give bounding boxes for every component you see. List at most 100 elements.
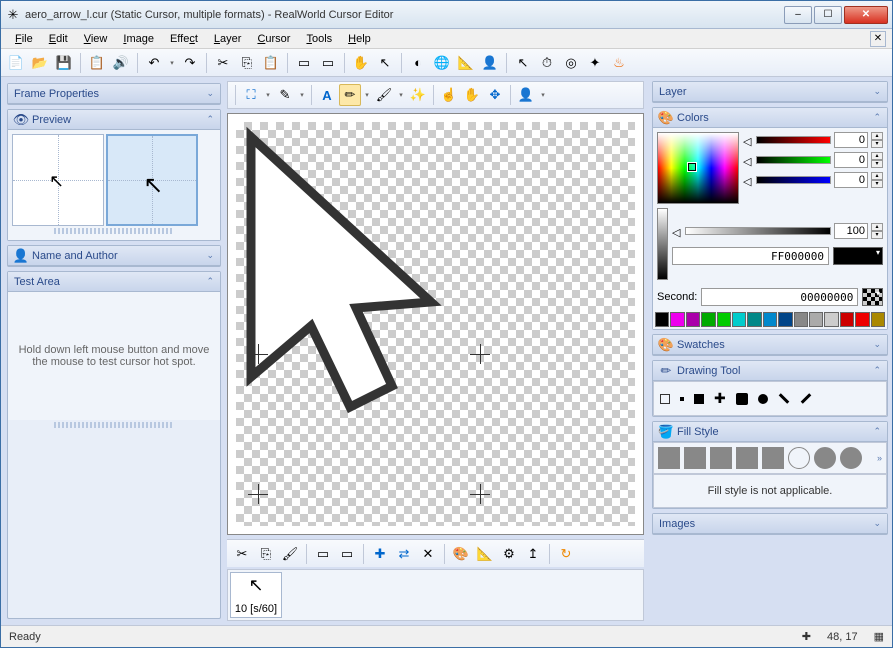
wand-icon[interactable]: ✨ [407, 84, 429, 106]
brush-2[interactable] [680, 397, 684, 401]
user-icon[interactable]: 👤 [479, 52, 501, 74]
menu-effect[interactable]: Effect [162, 31, 206, 47]
text-icon[interactable]: A [316, 84, 338, 106]
delete-icon[interactable]: ✕ [417, 543, 439, 565]
color-swatch-1[interactable] [833, 247, 883, 265]
flame-icon[interactable]: ♨ [608, 52, 630, 74]
brush-7[interactable] [778, 393, 789, 404]
draw-dropdown[interactable]: ▾ [362, 84, 372, 106]
fill-swatch[interactable] [840, 447, 862, 469]
minimize-button[interactable]: – [784, 6, 812, 24]
swatch-color[interactable] [778, 312, 792, 327]
red-spinner[interactable]: ▴▾ [871, 132, 883, 148]
tool-icon[interactable]: ⎘ [255, 543, 277, 565]
tool-icon[interactable]: ✂ [231, 543, 253, 565]
frame-thumb[interactable]: ↖ 10 [s/60] [230, 572, 282, 618]
chevron-right-icon[interactable]: » [877, 453, 882, 463]
circle-icon[interactable]: ◐ [407, 52, 429, 74]
layer-icon[interactable]: ▭ [293, 52, 315, 74]
brush-1[interactable] [660, 394, 670, 404]
swap-icon[interactable]: ⇄ [393, 543, 415, 565]
blue-slider[interactable] [756, 176, 831, 184]
copy-icon[interactable]: 📋 [86, 52, 108, 74]
fill-swatch[interactable] [710, 447, 732, 469]
colors-header[interactable]: 🎨 Colors⌃ [653, 108, 887, 128]
hex-input-1[interactable] [672, 247, 829, 265]
ruler2-icon[interactable]: 📐 [474, 543, 496, 565]
add-icon[interactable]: ✚ [369, 543, 391, 565]
save-icon[interactable]: 💾 [53, 52, 75, 74]
canvas[interactable] [227, 113, 644, 535]
brush-dropdown[interactable]: ▾ [396, 84, 406, 106]
select-icon[interactable]: ⛶ [240, 84, 262, 106]
green-spinner[interactable]: ▴▾ [871, 152, 883, 168]
undo-dropdown[interactable]: ▾ [167, 52, 177, 74]
swatches-header[interactable]: 🎨 Swatches⌄ [653, 335, 887, 355]
preview-cell-1[interactable]: ↖ [12, 134, 104, 226]
tool-icon[interactable]: ▭ [336, 543, 358, 565]
brush-4[interactable]: ✚ [714, 390, 726, 407]
user2-icon[interactable]: 👤 [515, 84, 537, 106]
swatch-color[interactable] [655, 312, 669, 327]
images-header[interactable]: Images⌄ [653, 514, 887, 534]
brush-5[interactable] [736, 393, 748, 405]
finger-icon[interactable]: ☝ [438, 84, 460, 106]
preview-header[interactable]: 👁 Preview⌃ [8, 110, 220, 130]
pencil-dropdown[interactable]: ▾ [297, 84, 307, 106]
swatch-color[interactable] [871, 312, 885, 327]
layer-header[interactable]: Layer⌄ [653, 82, 887, 102]
user-dropdown[interactable]: ▾ [538, 84, 548, 106]
alpha-spinner[interactable]: ▴▾ [871, 223, 883, 239]
hand-icon[interactable]: ✋ [350, 52, 372, 74]
ruler-icon[interactable]: 📐 [455, 52, 477, 74]
drawing-tool-header[interactable]: ✏ Drawing Tool⌃ [653, 361, 887, 381]
paste-icon[interactable]: 📋 [260, 52, 282, 74]
swatch-color[interactable] [732, 312, 746, 327]
fill-swatch[interactable] [736, 447, 758, 469]
red-input[interactable] [834, 132, 868, 148]
fill-swatch[interactable] [684, 447, 706, 469]
menu-view[interactable]: View [76, 31, 116, 47]
pencil-icon[interactable]: ✎ [274, 84, 296, 106]
green-slider[interactable] [756, 156, 831, 164]
test-area-header[interactable]: Test Area⌃ [8, 272, 220, 292]
brush-6[interactable] [758, 394, 768, 404]
menu-edit[interactable]: Edit [41, 31, 76, 47]
layer2-icon[interactable]: ▭ [317, 52, 339, 74]
menu-help[interactable]: Help [340, 31, 379, 47]
swatch-color[interactable] [840, 312, 854, 327]
redo-icon[interactable]: ↷ [179, 52, 201, 74]
brush-8[interactable] [800, 393, 811, 404]
swatch-color[interactable] [747, 312, 761, 327]
alpha-slider[interactable] [685, 227, 831, 235]
value-picker[interactable] [657, 208, 668, 280]
swatch-color[interactable] [686, 312, 700, 327]
menu-file[interactable]: File [7, 31, 41, 47]
hand2-icon[interactable]: ✋ [461, 84, 483, 106]
gear-icon[interactable]: ⚙ [498, 543, 520, 565]
cut-icon[interactable]: ✂ [212, 52, 234, 74]
blue-input[interactable] [834, 172, 868, 188]
move-icon[interactable]: ✥ [484, 84, 506, 106]
pointer-icon[interactable]: ↖ [374, 52, 396, 74]
target-icon[interactable]: ◎ [560, 52, 582, 74]
resize-grip[interactable] [54, 228, 174, 234]
swatch-color[interactable] [701, 312, 715, 327]
fill-swatch[interactable] [762, 447, 784, 469]
hue-picker[interactable] [657, 132, 739, 204]
undo-icon[interactable]: ↶ [143, 52, 165, 74]
menu-layer[interactable]: Layer [206, 31, 250, 47]
open-icon[interactable]: 📂 [29, 52, 51, 74]
export-icon[interactable]: ↥ [522, 543, 544, 565]
menu-image[interactable]: Image [115, 31, 162, 47]
menubar-close-icon[interactable]: ✕ [870, 31, 886, 47]
hex-input-2[interactable] [701, 288, 858, 306]
swatch-color[interactable] [670, 312, 684, 327]
clock-icon[interactable]: ⏱ [536, 52, 558, 74]
name-author-header[interactable]: 👤 Name and Author⌄ [8, 246, 220, 266]
new-icon[interactable]: 📄 [5, 52, 27, 74]
grid-icon[interactable]: ▦ [874, 630, 884, 643]
palette-icon[interactable]: 🎨 [450, 543, 472, 565]
preview-cell-2[interactable]: ↖ [106, 134, 198, 226]
test-area-body[interactable]: Hold down left mouse button and move the… [8, 292, 220, 420]
